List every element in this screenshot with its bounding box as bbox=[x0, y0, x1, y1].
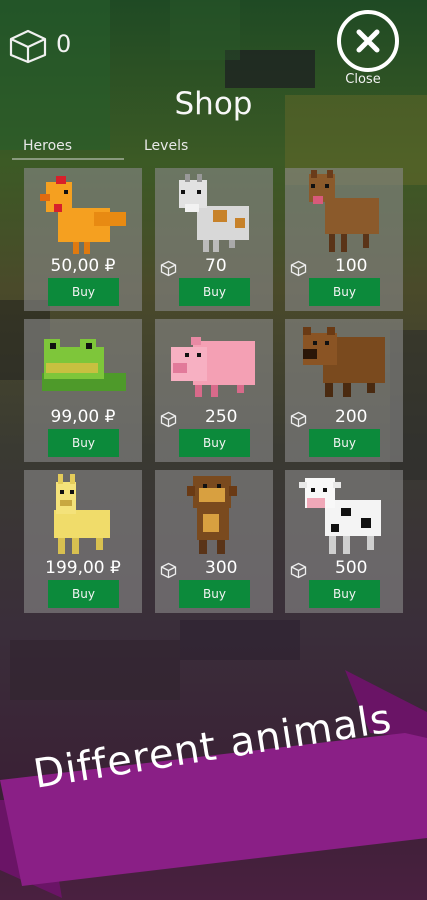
cube-currency-icon bbox=[160, 562, 177, 579]
buy-button[interactable]: Buy bbox=[309, 429, 380, 457]
cube-currency-icon bbox=[160, 260, 177, 277]
shop-item-pig[interactable]: 250 Buy bbox=[155, 319, 273, 462]
item-price: 200 bbox=[335, 407, 368, 427]
shop-item-llama[interactable]: 199,00 ₽ Buy bbox=[24, 470, 142, 613]
llama-icon bbox=[54, 474, 110, 554]
cube-currency-icon bbox=[290, 260, 307, 277]
tab-heroes[interactable]: Heroes bbox=[23, 138, 72, 154]
currency-count: 0 bbox=[56, 30, 72, 58]
shop-item-bear[interactable]: 200 Buy bbox=[285, 319, 403, 462]
shop-item-frog[interactable]: 99,00 ₽ Buy bbox=[24, 319, 142, 462]
monkey-icon bbox=[187, 476, 237, 554]
cow-icon bbox=[299, 478, 381, 554]
shop-item-monkey[interactable]: 300 Buy bbox=[155, 470, 273, 613]
buy-button[interactable]: Buy bbox=[48, 278, 119, 306]
page-title: Shop bbox=[174, 86, 253, 122]
item-price: 250 bbox=[205, 407, 238, 427]
goat-icon bbox=[179, 174, 249, 252]
background-block bbox=[225, 50, 315, 88]
buy-button[interactable]: Buy bbox=[309, 580, 380, 608]
background-block bbox=[0, 0, 110, 150]
buy-button[interactable]: Buy bbox=[48, 580, 119, 608]
close-button[interactable] bbox=[337, 10, 399, 72]
pig-icon bbox=[171, 337, 255, 397]
frog-icon bbox=[42, 339, 126, 391]
cube-currency-icon bbox=[9, 29, 47, 64]
buy-button[interactable]: Buy bbox=[179, 429, 250, 457]
shop-item-cow[interactable]: 500 Buy bbox=[285, 470, 403, 613]
close-label: Close bbox=[345, 72, 381, 87]
background-block bbox=[170, 0, 240, 60]
buy-button[interactable]: Buy bbox=[309, 278, 380, 306]
buy-button[interactable]: Buy bbox=[179, 278, 250, 306]
tab-levels[interactable]: Levels bbox=[144, 138, 188, 154]
cube-currency-icon bbox=[160, 411, 177, 428]
shop-item-deer[interactable]: 100 Buy bbox=[285, 168, 403, 311]
item-price: 500 bbox=[335, 558, 368, 578]
item-price: 100 bbox=[335, 256, 368, 276]
bear-icon bbox=[303, 327, 385, 397]
item-price: 199,00 ₽ bbox=[45, 558, 121, 578]
close-icon bbox=[356, 29, 380, 53]
cube-currency-icon bbox=[290, 411, 307, 428]
item-price: 300 bbox=[205, 558, 238, 578]
shop-item-chicken[interactable]: 50,00 ₽ Buy bbox=[24, 168, 142, 311]
background-block bbox=[180, 620, 300, 660]
item-price: 99,00 ₽ bbox=[50, 407, 116, 427]
shop-item-goat[interactable]: 70 Buy bbox=[155, 168, 273, 311]
deer-icon bbox=[309, 170, 379, 252]
item-price: 70 bbox=[205, 256, 227, 276]
chicken-icon bbox=[40, 176, 126, 254]
item-price: 50,00 ₽ bbox=[50, 256, 116, 276]
buy-button[interactable]: Buy bbox=[48, 429, 119, 457]
cube-currency-icon bbox=[290, 562, 307, 579]
tab-underline bbox=[12, 158, 124, 160]
buy-button[interactable]: Buy bbox=[179, 580, 250, 608]
